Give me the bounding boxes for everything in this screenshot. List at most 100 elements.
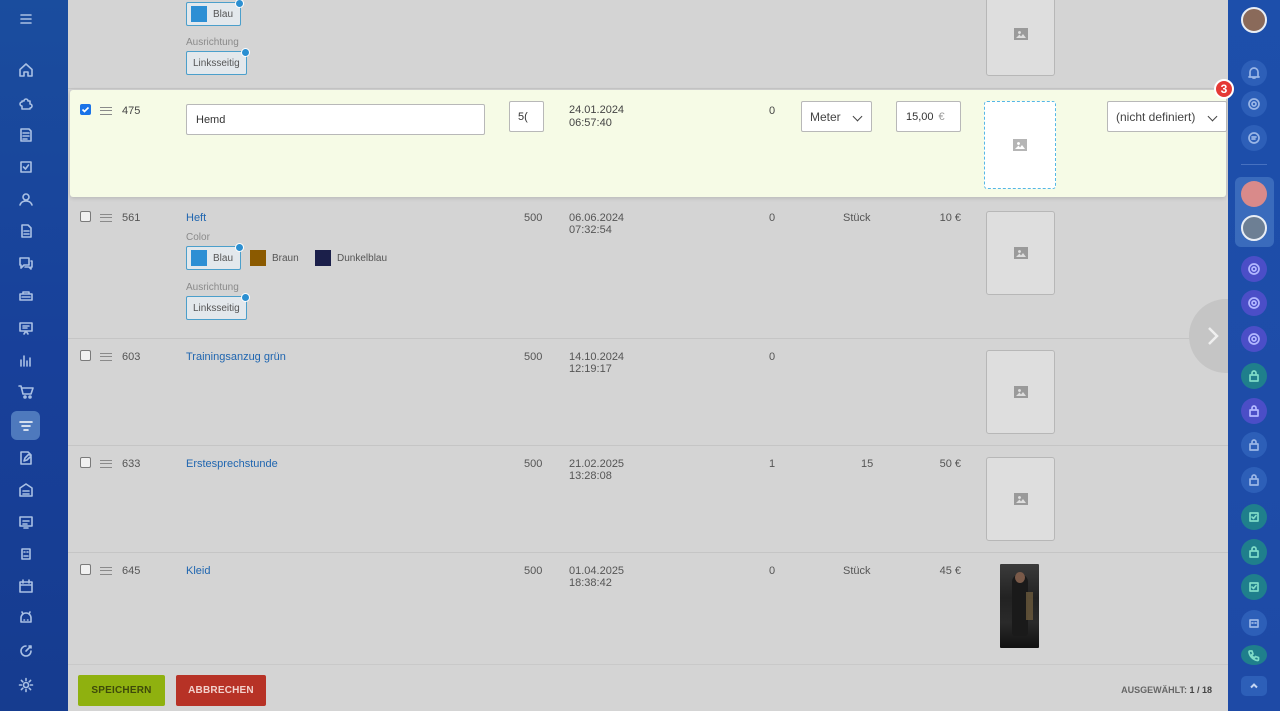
target-icon[interactable] (14, 639, 38, 663)
ring-icon[interactable] (1241, 91, 1267, 117)
checkbox-icon[interactable] (1241, 574, 1267, 600)
color-chip-dunkelblau[interactable]: Dunkelblau (310, 246, 394, 270)
color-chip-blau[interactable]: Blau (186, 243, 244, 270)
funnel-icon[interactable] (11, 411, 40, 440)
price: 45 € (939, 565, 961, 577)
row-checkbox[interactable] (80, 457, 91, 468)
lock-icon[interactable] (1241, 432, 1267, 458)
quantity: 500 (524, 565, 543, 577)
selected-value: 1 / 18 (1189, 685, 1212, 695)
chevron-right-icon (1208, 327, 1219, 345)
user-avatar[interactable] (1241, 7, 1267, 33)
warehouse-icon[interactable] (14, 478, 38, 502)
robot-icon[interactable] (14, 542, 38, 566)
drag-handle-icon[interactable] (100, 460, 112, 468)
unit: Stück (843, 212, 871, 224)
drag-handle-icon[interactable] (100, 107, 112, 115)
reserved: 0 (769, 212, 776, 224)
chat-icon[interactable] (14, 251, 38, 275)
image-upload-placeholder[interactable] (984, 101, 1056, 189)
phone-icon[interactable] (1241, 645, 1267, 665)
checkbox-icon[interactable] (14, 155, 38, 179)
image-placeholder[interactable] (986, 211, 1055, 295)
product-name-link[interactable]: Kleid (186, 565, 210, 577)
menu-icon[interactable] (14, 7, 38, 31)
selected-count: AUSGEWÄHLT: 1 / 18 (1121, 685, 1212, 695)
unit-select[interactable]: Meter (801, 101, 872, 132)
product-photo[interactable] (1000, 564, 1039, 648)
color-label: Color (186, 232, 210, 243)
checkbox-icon[interactable] (1241, 504, 1267, 530)
table-row: 603 Trainingsanzug grün 500 14.10.2024 1… (68, 339, 1228, 446)
lock-icon[interactable] (1241, 539, 1267, 565)
drag-handle-icon[interactable] (100, 567, 112, 575)
reserved: 0 (769, 105, 776, 117)
image-placeholder[interactable] (986, 350, 1055, 434)
chip-label: Blau (213, 8, 234, 20)
divider (1241, 164, 1267, 165)
robot-icon[interactable] (1241, 610, 1267, 636)
lock-icon[interactable] (1241, 467, 1267, 493)
product-name-link[interactable]: Heft (186, 212, 206, 224)
color-chip-braun[interactable]: Braun (245, 246, 306, 270)
ring-icon[interactable] (1241, 290, 1267, 316)
presentation-icon[interactable] (14, 316, 38, 340)
document-icon[interactable] (14, 219, 38, 243)
edit-icon[interactable] (14, 446, 38, 470)
tasks-list-icon[interactable] (14, 123, 38, 147)
row-checkbox[interactable] (80, 564, 91, 575)
cancel-button[interactable]: ABBRECHEN (176, 675, 266, 706)
footer-bar: SPEICHERN ABBRECHEN AUSGEWÄHLT: 1 / 18 (68, 664, 1228, 711)
orientation-chip[interactable]: Linksseitig (186, 293, 250, 320)
edit-row: 475 Hemd 5( 24.01.2024 06:57:40 0 Meter … (70, 90, 1227, 197)
orientation-chip[interactable]: Linksseitig (186, 48, 250, 75)
save-button[interactable]: SPEICHERN (78, 675, 165, 706)
settings-icon[interactable] (14, 673, 38, 697)
price-input[interactable]: 15,00 € (896, 101, 961, 132)
product-name-link[interactable]: Erstesprechstunde (186, 458, 278, 470)
lock-icon[interactable] (1241, 398, 1267, 424)
image-placeholder[interactable] (986, 457, 1055, 541)
logo-icon[interactable] (1241, 181, 1267, 207)
quantity-input[interactable]: 5( (509, 101, 544, 132)
row-checkbox[interactable] (80, 211, 91, 222)
analytics-icon[interactable] (14, 348, 38, 372)
created-date: 06.06.2024 (569, 212, 625, 224)
row-checkbox-checked[interactable] (80, 104, 91, 115)
ring-icon[interactable] (1241, 326, 1267, 352)
image-placeholder[interactable] (986, 0, 1055, 76)
check-icon (235, 243, 244, 252)
row-checkbox[interactable] (80, 350, 91, 361)
drag-handle-icon[interactable] (100, 214, 112, 222)
bell-icon[interactable] (1241, 60, 1267, 86)
created-time: 13:28:08 (569, 470, 612, 482)
product-name-link[interactable]: Trainingsanzug grün (186, 351, 286, 363)
drag-handle-icon[interactable] (100, 353, 112, 361)
color-chip-blau[interactable]: Blau (186, 0, 244, 26)
lock-icon[interactable] (1241, 363, 1267, 389)
image-icon (1013, 493, 1028, 505)
table-row: 561 Heft Color Blau Braun Dunkelblau Aus… (68, 197, 1228, 339)
cart-icon[interactable] (14, 380, 38, 404)
store-icon[interactable] (14, 510, 38, 534)
created-date: 21.02.2025 (569, 458, 625, 470)
user-avatar[interactable] (1241, 215, 1267, 241)
image-icon (1013, 386, 1028, 398)
created-time: 12:19:17 (569, 363, 612, 375)
puzzle-icon[interactable] (14, 91, 38, 115)
home-icon[interactable] (14, 58, 38, 82)
table-row: 645 Kleid 500 01.04.2025 18:38:42 0 Stüc… (68, 553, 1228, 664)
chat-icon[interactable] (1241, 125, 1267, 151)
android-icon[interactable] (14, 606, 38, 630)
selected-label: AUSGEWÄHLT: (1121, 685, 1187, 695)
created-time: 06:57:40 (569, 117, 612, 129)
contacts-icon[interactable] (14, 187, 38, 211)
vat-select-value: (nicht definiert) (1116, 109, 1196, 124)
row-id: 603 (122, 351, 141, 363)
scroll-up-button[interactable] (1241, 676, 1267, 696)
product-name-input[interactable]: Hemd (186, 104, 485, 135)
ring-icon[interactable] (1241, 256, 1267, 282)
printer-icon[interactable] (14, 284, 38, 308)
vat-select[interactable]: (nicht definiert) (1107, 101, 1227, 132)
calendar-icon[interactable] (14, 574, 38, 598)
